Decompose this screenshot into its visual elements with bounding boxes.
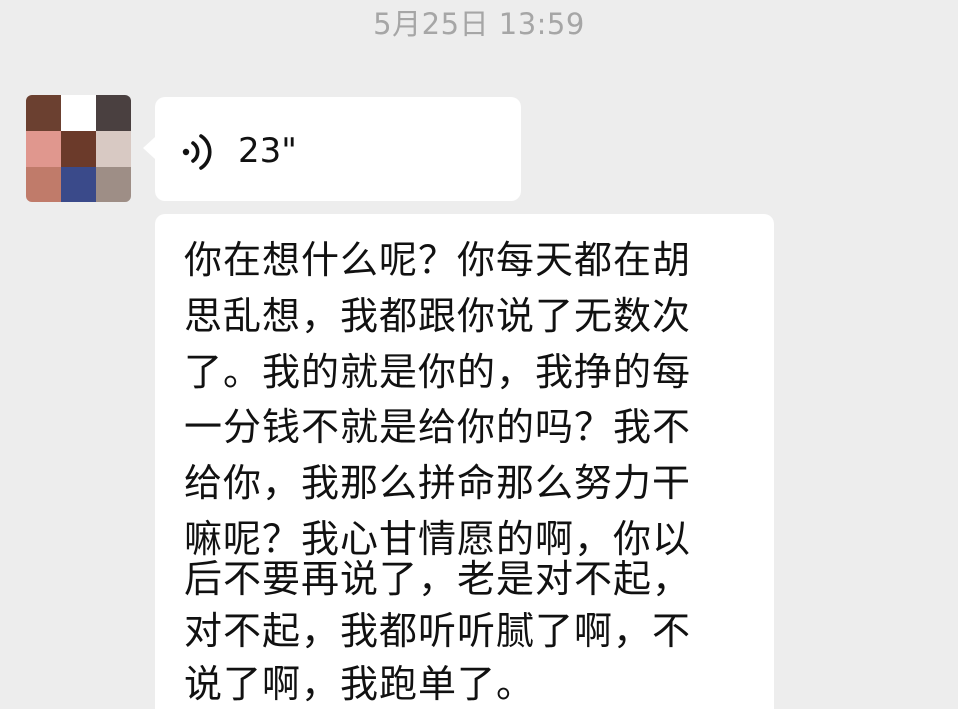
avatar-pixel [61, 95, 96, 131]
avatar-pixel [61, 131, 96, 167]
message-text-line: 说了啊，我跑单了。 [184, 662, 536, 706]
avatar[interactable] [26, 95, 131, 202]
chat-screen: 5月25日 13:59 23" 你在想什么呢？你每天都在胡 思乱想，我都跟你说了… [0, 0, 958, 709]
message-text-line: 给你，我那么拼命那么努力干 [184, 461, 692, 505]
message-text-line: 了。我的就是你的，我挣的每 [184, 350, 692, 394]
avatar-pixel [26, 95, 61, 131]
avatar-pixel [26, 131, 61, 167]
avatar-pixel [96, 167, 131, 202]
voice-duration: 23" [238, 131, 297, 171]
avatar-pixel [96, 131, 131, 167]
avatar-pixel [26, 167, 61, 202]
avatar-pixel [61, 167, 96, 202]
message-text-line: 后不要再说了，老是对不起， [184, 557, 692, 601]
voice-wave-icon [182, 134, 212, 170]
message-text-line: 思乱想，我都跟你说了无数次 [184, 294, 692, 338]
message-text-line: 对不起，我都听听腻了啊，不 [184, 609, 692, 653]
message-text-line: 一分钱不就是给你的吗？我不 [184, 405, 692, 449]
message-text-line: 你在想什么呢？你每天都在胡 [184, 238, 692, 282]
avatar-pixel [96, 95, 131, 131]
message-timestamp: 5月25日 13:59 [373, 7, 585, 41]
